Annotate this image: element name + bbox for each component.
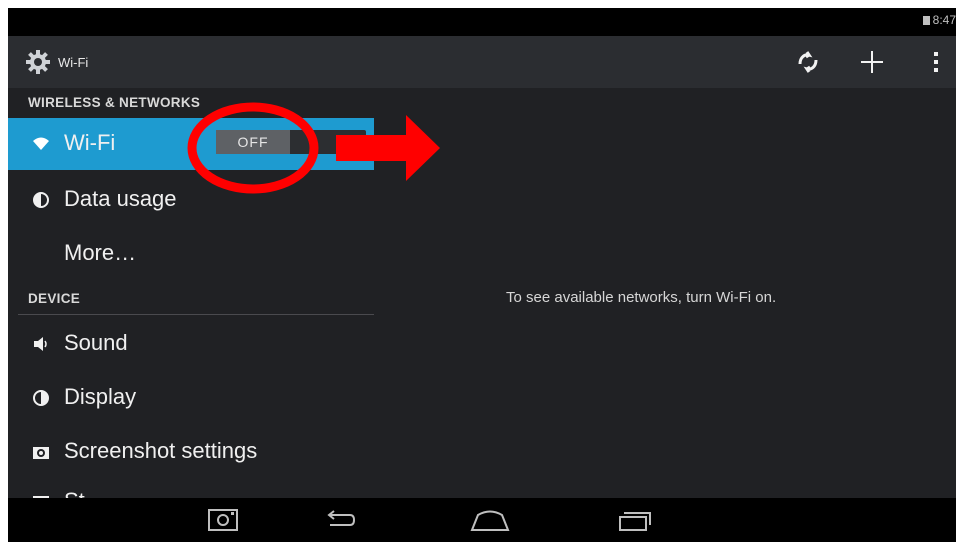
clock-text: 8:47 bbox=[932, 13, 956, 27]
page-title: Wi-Fi bbox=[58, 55, 89, 70]
settings-gear-icon[interactable] bbox=[24, 48, 52, 76]
navigation-bar bbox=[8, 498, 956, 542]
settings-item-wifi[interactable]: Wi-Fi OFF bbox=[8, 118, 374, 170]
section-header-wireless: WIRELESS & NETWORKS bbox=[28, 95, 201, 110]
wifi-off-message: To see available networks, turn Wi-Fi on… bbox=[506, 289, 777, 306]
settings-item-data-usage[interactable]: Data usage bbox=[8, 174, 374, 226]
android-screen: 8:47 Wi-Fi WIRELESS & NETWORKS Wi-Fi OFF… bbox=[8, 8, 956, 542]
settings-list: WIRELESS & NETWORKS Wi-Fi OFF Data usage… bbox=[8, 88, 374, 513]
camera-icon bbox=[33, 447, 49, 459]
recents-icon[interactable] bbox=[614, 506, 654, 534]
section-divider bbox=[18, 314, 374, 315]
settings-item-label: Screenshot settings bbox=[64, 438, 258, 463]
home-icon[interactable] bbox=[468, 506, 512, 534]
settings-item-sound[interactable]: Sound bbox=[8, 318, 374, 370]
display-icon bbox=[33, 390, 49, 406]
settings-item-label: Display bbox=[64, 384, 137, 409]
settings-item-label: Sound bbox=[64, 330, 128, 355]
status-bar: 8:47 bbox=[8, 8, 956, 36]
section-header-device: DEVICE bbox=[28, 291, 81, 306]
wifi-icon bbox=[33, 137, 49, 150]
settings-item-label: Wi-Fi bbox=[64, 130, 116, 155]
battery-icon bbox=[922, 15, 930, 25]
screenshot-icon[interactable] bbox=[203, 506, 243, 534]
status-clock: 8:47 bbox=[922, 13, 956, 27]
wifi-toggle-state: OFF bbox=[216, 130, 290, 154]
action-bar: Wi-Fi bbox=[8, 36, 956, 88]
settings-item-label: More… bbox=[64, 240, 137, 265]
back-icon[interactable] bbox=[318, 506, 358, 534]
sound-icon bbox=[34, 337, 47, 351]
settings-item-label: Data usage bbox=[64, 186, 177, 211]
data-usage-icon bbox=[33, 192, 49, 208]
settings-item-display[interactable]: Display bbox=[8, 372, 374, 424]
settings-item-more[interactable]: More… bbox=[8, 228, 374, 280]
settings-item-screenshot[interactable]: Screenshot settings bbox=[8, 426, 374, 478]
wifi-toggle[interactable]: OFF bbox=[216, 130, 366, 154]
add-icon[interactable] bbox=[858, 48, 886, 76]
wps-icon[interactable] bbox=[794, 48, 822, 76]
overflow-menu-icon[interactable] bbox=[922, 48, 950, 76]
